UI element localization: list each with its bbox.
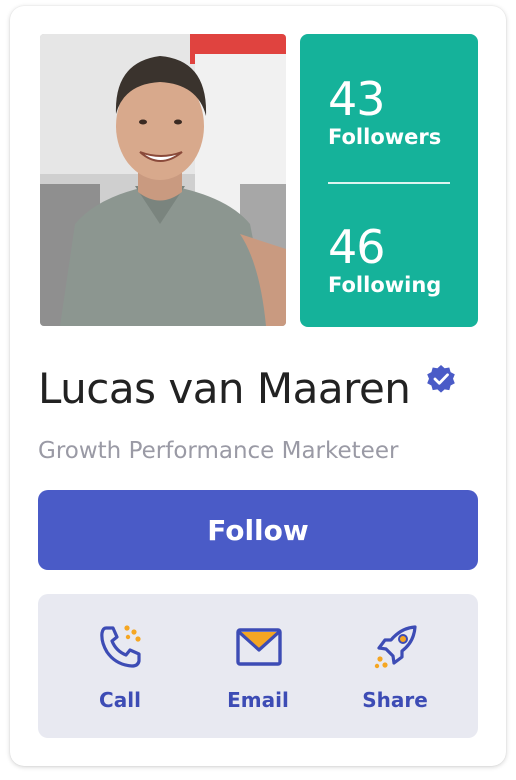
rocket-icon [374,625,417,669]
email-label: Email [227,688,289,712]
followers-label: Followers [328,125,442,149]
email-action[interactable]: Email [188,594,328,738]
profile-photo [40,34,286,326]
profile-title: Growth Performance Marketeer [38,438,399,464]
actions-panel: Call Email Share [38,594,478,738]
stats-panel: 43 Followers 46 Following [300,34,478,327]
envelope-icon [236,628,282,666]
share-label: Share [362,688,428,712]
call-action[interactable]: Call [50,594,190,738]
share-action[interactable]: Share [325,594,465,738]
following-label: Following [328,273,442,297]
profile-photo-image [40,34,286,326]
call-label: Call [99,688,141,712]
profile-card: 43 Followers 46 Following Lucas van Maar… [10,6,506,766]
verified-badge-icon [427,365,455,393]
follow-button[interactable]: Follow [38,490,478,570]
followers-count: 43 [328,72,386,126]
phone-icon [100,625,141,668]
stats-divider [328,182,450,184]
profile-name: Lucas van Maaren [38,364,411,413]
following-count: 46 [328,220,386,274]
